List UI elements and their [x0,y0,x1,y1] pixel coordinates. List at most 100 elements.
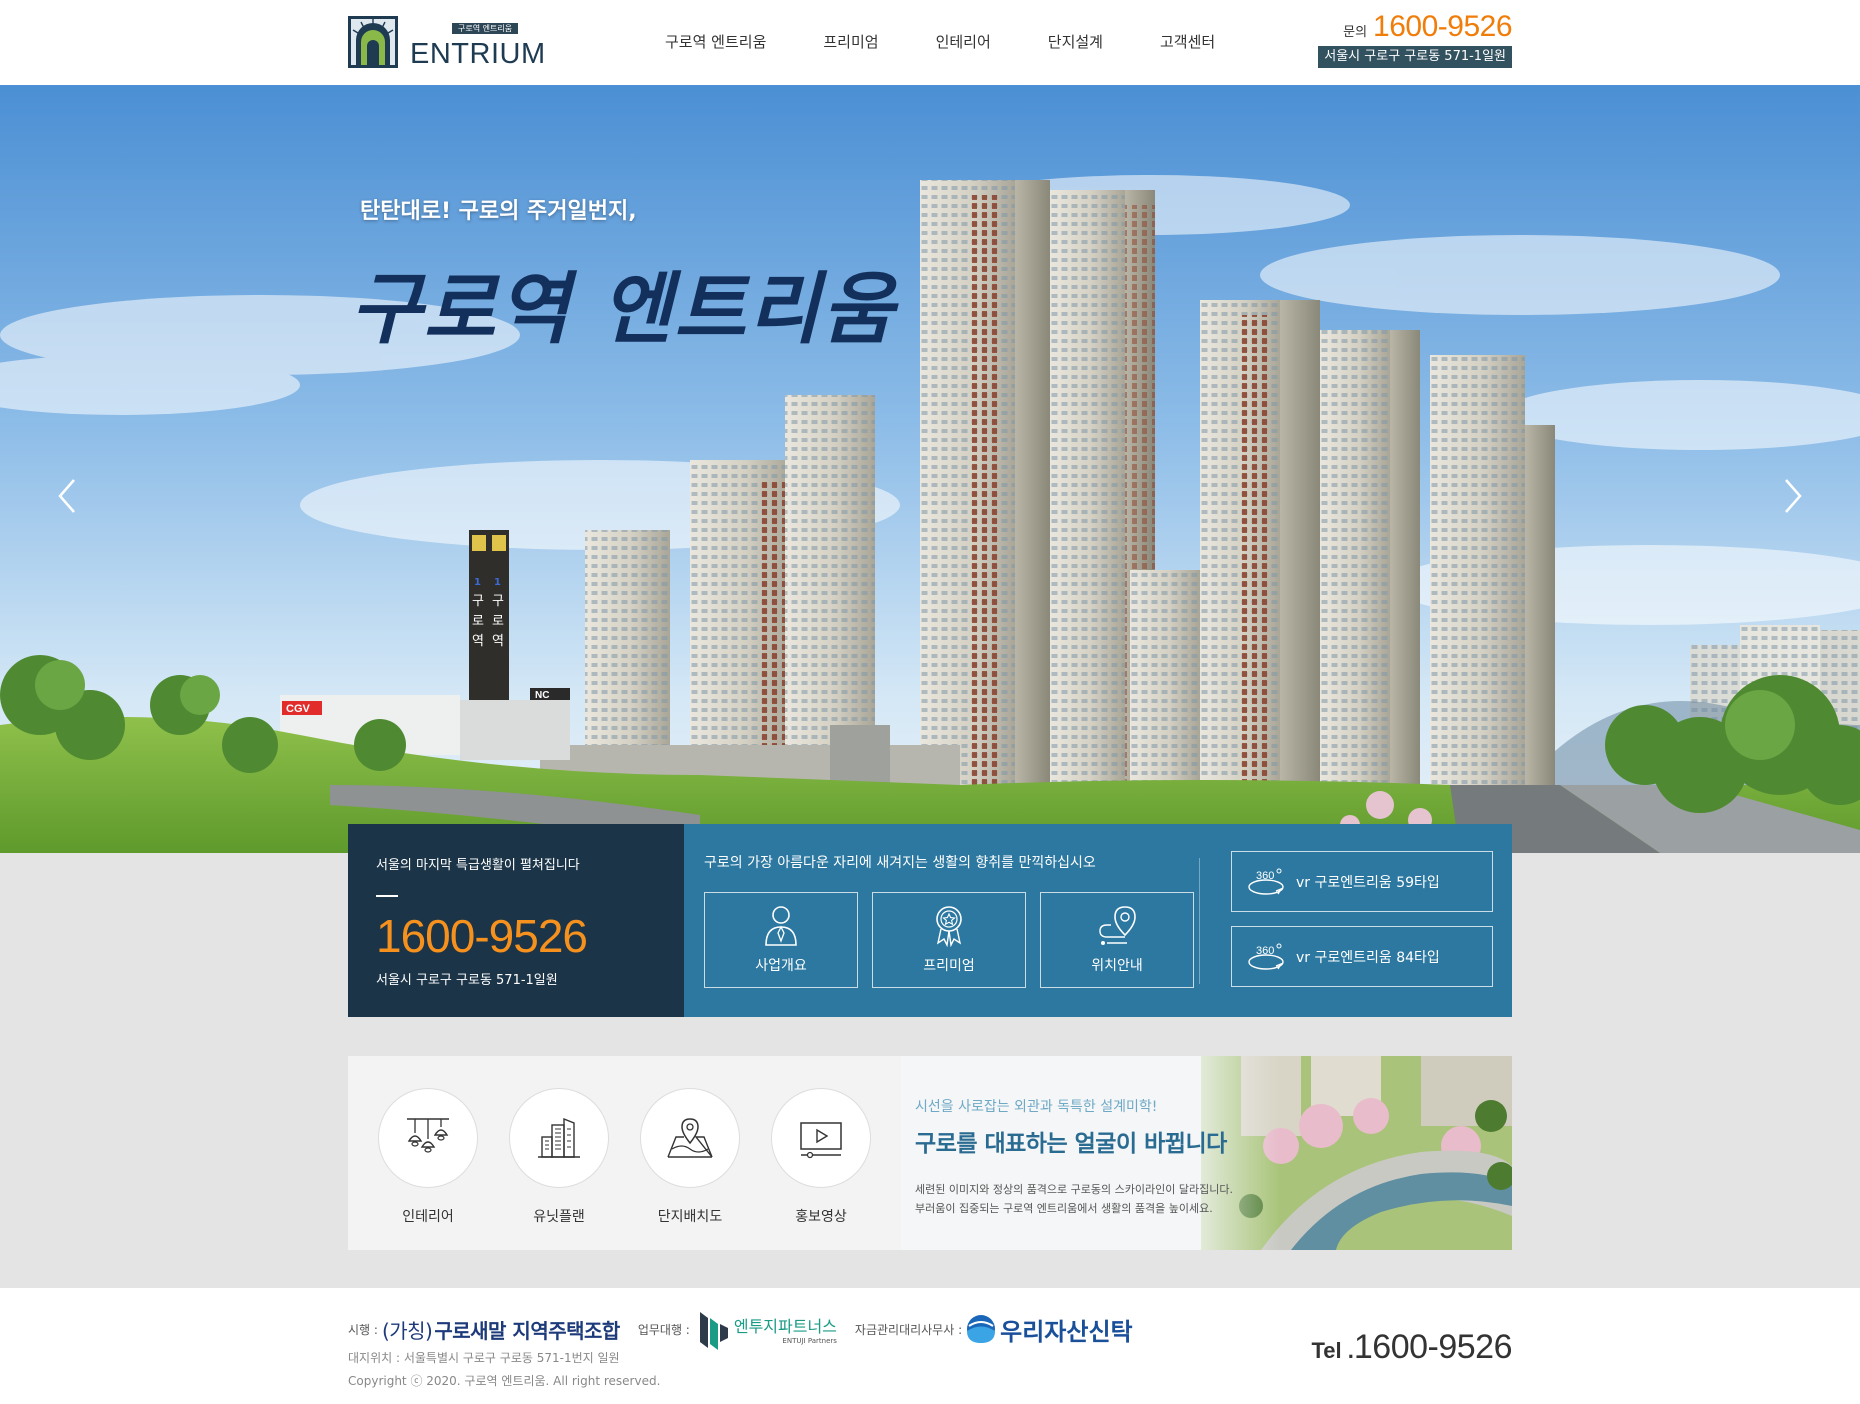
main-nav: 구로역 엔트리움 프리미엄 인테리어 단지설계 고객센터 [640,0,1215,85]
svg-text:역: 역 [472,634,484,649]
divider [1199,858,1200,984]
svg-text:1: 1 [494,577,501,588]
footer-tel: Tel . 1600-9526 [1312,1328,1513,1367]
svg-text:역: 역 [492,634,504,649]
vr-360-icon: 360 [1248,868,1284,895]
person-icon [765,906,797,946]
building-icon [538,1117,580,1158]
builder-label: 시행 : [348,1322,378,1337]
entuji-logo-icon [699,1312,728,1350]
video-play-icon [800,1122,842,1159]
contact-label: 문의 [1343,25,1368,40]
premium-label: 프리미엄 [923,958,975,974]
promo-video-label: 홍보영상 [795,1209,847,1225]
hero-subtitle: 탄탄대로! 구로의 주거일번지, [360,199,637,224]
hero-background-illustration: CGV NC 1 1 구로역 구로역 [0,85,1860,853]
icon-circle [509,1088,609,1188]
agent-name: 엔투지파트너스 [733,1317,837,1336]
vr-59-type-label: vr 구로엔트리움 59타입 [1296,874,1440,891]
entrium-logo-icon [348,16,398,68]
chevron-left-icon [58,479,75,513]
nav-item-interior[interactable]: 인테리어 [936,0,991,85]
woori-logo-icon [967,1315,996,1343]
nc-sign-text: NC [535,690,549,701]
vr-59-type-button[interactable]: 360 vr 구로엔트리움 59타입 [1231,851,1493,912]
business-overview-button[interactable]: 사업개요 [704,892,858,988]
promo-video-link[interactable]: 홍보영상 [771,1088,871,1250]
svg-text:로: 로 [492,614,504,629]
promo-title: 구로를 대표하는 얼굴이 바뀝니다 [915,1131,1227,1157]
svg-text:1: 1 [474,577,481,588]
site-plan-label: 단지배치도 [657,1209,723,1225]
quick-menu-panel: 구로의 가장 아름다운 자리에 새겨지는 생활의 향취를 만끽하십시오 사업개요 [684,824,1512,1017]
slider-prev-button[interactable] [50,470,84,522]
icon-circle [640,1088,740,1188]
unit-plan-link[interactable]: 유닛플랜 [509,1088,609,1250]
map-icon [667,1118,713,1158]
quick-link-bar: 서울의 마지막 특급생활이 펼쳐집니다 1600-9526 서울시 구로구 구로… [348,824,1512,1017]
vr-84-type-button[interactable]: 360 vr 구로엔트리움 84타입 [1231,926,1493,987]
premium-button[interactable]: 프리미엄 [872,892,1026,988]
vr-360-icon: 360 [1248,943,1284,970]
feature-menu: 인테리어 유닛플랜 단지배치도 홍보영상 시선을 사로잡는 외관과 독특한 설계… [348,1056,1512,1250]
svg-text:구: 구 [492,594,504,609]
slider-next-button[interactable] [1776,470,1810,522]
vr-badge-text: 360 [1256,945,1274,957]
trust-name: 우리자산신탁 [1000,1317,1133,1346]
icon-circle [771,1088,871,1188]
interior-link[interactable]: 인테리어 [378,1088,478,1250]
logo-badge: 구로역 엔트리움 [452,23,519,34]
svg-text:구: 구 [472,594,484,609]
agent-label: 업무대행 : [637,1322,690,1337]
tel-label: Tel . [1311,1338,1354,1363]
copyright: Copyright ⓒ 2020. 구로역 엔트리움. All right re… [348,1374,661,1388]
divider [376,895,398,897]
nav-item-customer-center[interactable]: 고객센터 [1160,0,1215,85]
site-logo[interactable]: 구로역 엔트리움 ENTRIUM [348,16,558,70]
unit-plan-label: 유닛플랜 [533,1209,585,1225]
nav-item-entrium[interactable]: 구로역 엔트리움 [665,0,766,85]
contact-address: 서울시 구로구 구로동 571-1일원 [1318,46,1512,68]
hero-slider: CGV NC 1 1 구로역 구로역 탄탄대로! 구로의 주거일번지, 구로역 … [0,85,1860,853]
footer-partners: 시행 : (가칭) 구로새말 지역주택조합 업무대행 : 엔투지파트너스 ENT… [348,1308,1133,1350]
interior-label: 인테리어 [402,1209,454,1225]
location-button[interactable]: 위치안내 [1040,892,1194,988]
promo-kicker: 시선을 사로잡는 외관과 독특한 설계미학! [915,1099,1158,1115]
nav-item-complex-design[interactable]: 단지설계 [1048,0,1103,85]
site-location: 대지위치 : 서울특별시 구로구 구로동 571-1번지 일원 [348,1351,620,1365]
site-plan-link[interactable]: 단지배치도 [640,1088,740,1250]
cgv-sign-text: CGV [286,703,311,715]
chevron-right-icon [1785,479,1802,513]
tel-number[interactable]: 1600-9526 [1354,1328,1513,1367]
agent-subtitle: ENTUJI Partners [782,1337,837,1345]
medal-icon [936,906,962,947]
site-header: 구로역 엔트리움 ENTRIUM 구로역 엔트리움 프리미엄 인테리어 단지설계… [0,0,1860,85]
hero-title: 구로역 엔트리움 [350,264,896,355]
quick-intro-text: 서울의 마지막 특급생활이 펼쳐집니다 [376,858,580,873]
logo-text: ENTRIUM [410,38,546,70]
nav-item-premium[interactable]: 프리미엄 [823,0,878,85]
svg-text:로: 로 [472,614,484,629]
contact-phone[interactable]: 1600-9526 [1373,10,1512,44]
feature-circles: 인테리어 유닛플랜 단지배치도 홍보영상 [348,1056,901,1250]
promo-description: 세련된 이미지와 정상의 품격으로 구로동의 스카이라인이 달라집니다. 부러움… [915,1180,1233,1218]
trust-label: 자금관리대리사무사 : [854,1322,963,1337]
location-label: 위치안내 [1091,958,1143,974]
quick-phone-number[interactable]: 1600-9526 [376,911,656,961]
header-contact: 문의 1600-9526 서울시 구로구 구로동 571-1일원 [1318,10,1512,68]
promo-description-line: 부러움이 집중되는 구로역 엔트리움에서 생활의 품격을 높이세요. [915,1202,1213,1215]
icon-circle [378,1088,478,1188]
site-footer: 시행 : (가칭) 구로새말 지역주택조합 업무대행 : 엔투지파트너스 ENT… [0,1288,1860,1404]
pendant-lamp-icon [407,1118,449,1153]
vr-badge-text: 360 [1256,870,1274,882]
vr-84-type-label: vr 구로엔트리움 84타입 [1296,949,1440,966]
builder-prefix: (가칭) [381,1318,433,1343]
location-pin-icon [1099,906,1136,945]
design-promo: 시선을 사로잡는 외관과 독특한 설계미학! 구로를 대표하는 얼굴이 바뀝니다… [901,1056,1512,1250]
agent-logo: 엔투지파트너스 ENTUJI Partners [696,1308,837,1350]
builder-name: 구로새말 지역주택조합 [434,1318,620,1343]
quick-phone-panel: 서울의 마지막 특급생활이 펼쳐집니다 1600-9526 서울시 구로구 구로… [348,824,684,1017]
business-overview-label: 사업개요 [755,958,807,974]
promo-description-line: 세련된 이미지와 정상의 품격으로 구로동의 스카이라인이 달라집니다. [915,1183,1233,1196]
quick-address: 서울시 구로구 구로동 571-1일원 [376,973,558,988]
